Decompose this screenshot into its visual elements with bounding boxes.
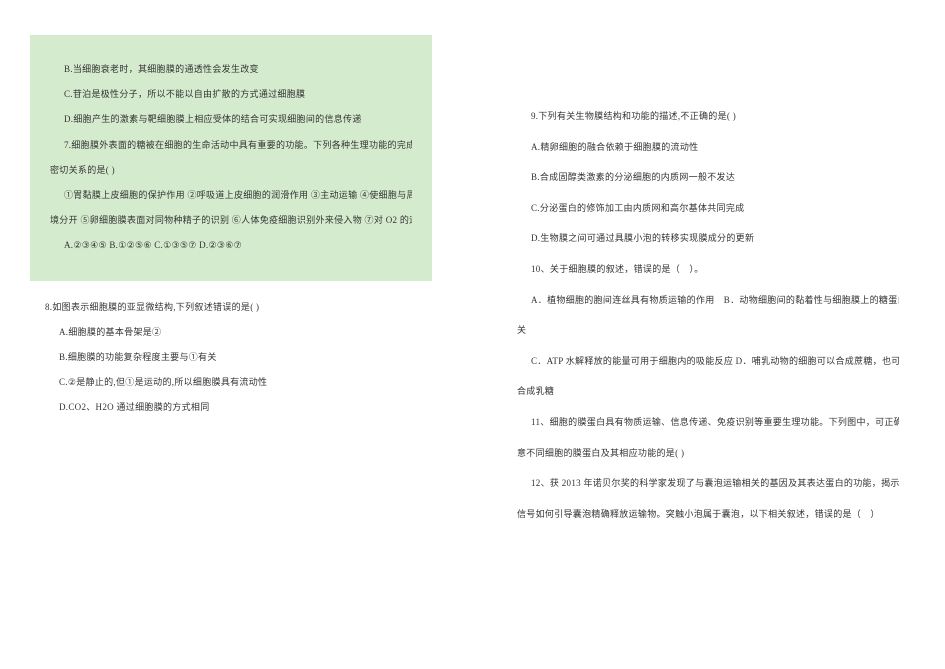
highlighted-block: B.当细胞衰老时，其细胞膜的通透性会发生改变 C.苷泊是极性分子，所以不能以自由…: [30, 35, 432, 281]
spacer: [45, 281, 427, 295]
option-c-q6: C.苷泊是极性分子，所以不能以自由扩散的方式通过细胞膜: [50, 82, 412, 107]
q9-option-b: B.合成固醇类激素的分泌细胞的内质网一般不发达: [517, 162, 899, 193]
question-11-stem-1: 11、细胞的膜蛋白具有物质运输、信息传递、免疫识别等重要生理功能。下列图中，可正…: [517, 407, 899, 438]
document-page: B.当细胞衰老时，其细胞膜的通透性会发生改变 C.苷泊是极性分子，所以不能以自由…: [0, 0, 945, 669]
q10-cd: C．ATP 水解释放的能量可用于细胞内的吸能反应 D．哺乳动物的细胞可以合成蔗糖…: [517, 346, 899, 377]
q9-option-c: C.分泌蛋白的修饰加工由内质网和高尔基体共同完成: [517, 193, 899, 224]
q8-option-a: A.细胞膜的基本骨架是②: [45, 320, 427, 345]
q10-cd-cont: 合成乳糖: [517, 376, 899, 407]
question-8-stem: 8.如图表示细胞膜的亚显微结构,下列叙述错误的是( ): [45, 295, 427, 320]
q8-option-d: D.CO2、H2O 通过细胞膜的方式相同: [45, 395, 427, 420]
question-9-stem: 9.下列有关生物膜结构和功能的描述,不正确的是( ): [517, 101, 899, 132]
q9-option-d: D.生物膜之间可通过具膜小泡的转移实现膜成分的更新: [517, 223, 899, 254]
option-d-q6: D.细胞产生的激素与靶细胞膜上相应受体的结合可实现细胞间的信息传递: [50, 107, 412, 132]
question-11-stem-2: 意不同细胞的膜蛋白及其相应功能的是( ): [517, 438, 899, 469]
right-column: 9.下列有关生物膜结构和功能的描述,不正确的是( ) A.精卵细胞的融合依赖于细…: [472, 0, 944, 669]
q10-ab-cont: 关: [517, 315, 899, 346]
q8-option-c: C.②是静止的,但①是运动的,所以细胞膜具有流动性: [45, 370, 427, 395]
question-7-stem-2: 密切关系的是( ): [50, 158, 412, 183]
q10-ab: A．植物细胞的胞间连丝具有物质运输的作用 B．动物细胞间的黏着性与细胞膜上的糖蛋…: [517, 285, 899, 316]
option-b-q6: B.当细胞衰老时，其细胞膜的通透性会发生改变: [50, 57, 412, 82]
question-7-stem-1: 7.细胞膜外表面的糖被在细胞的生命活动中具有重要的功能。下列各种生理功能的完成，…: [50, 133, 412, 158]
top-spacer: [517, 45, 899, 101]
question-7-items-1: ①胃黏膜上皮细胞的保护作用 ②呼吸道上皮细胞的润滑作用 ③主动运输 ④使细胞与周…: [50, 183, 412, 208]
left-column: B.当细胞衰老时，其细胞膜的通透性会发生改变 C.苷泊是极性分子，所以不能以自由…: [0, 0, 472, 669]
question-7-items-2: 境分开 ⑤卵细胞膜表面对同物种精子的识别 ⑥人体免疫细胞识别外来侵入物 ⑦对 O…: [50, 208, 412, 233]
q8-option-b: B.细胞膜的功能复杂程度主要与①有关: [45, 345, 427, 370]
question-7-options: A.②③④⑤ B.①②⑤⑥ C.①③⑤⑦ D.②③⑥⑦: [50, 233, 412, 258]
question-12-stem-2: 信号如何引导囊泡精确释放运输物。突触小泡属于囊泡，以下相关叙述，错误的是（ ）: [517, 499, 899, 530]
question-12-stem-1: 12、获 2013 年诺贝尔奖的科学家发现了与囊泡运输相关的基因及其表达蛋白的功…: [517, 468, 899, 499]
q9-option-a: A.精卵细胞的融合依赖于细胞膜的流动性: [517, 132, 899, 163]
question-10-stem: 10、关于细胞膜的叙述，错误的是（ ）。: [517, 254, 899, 285]
